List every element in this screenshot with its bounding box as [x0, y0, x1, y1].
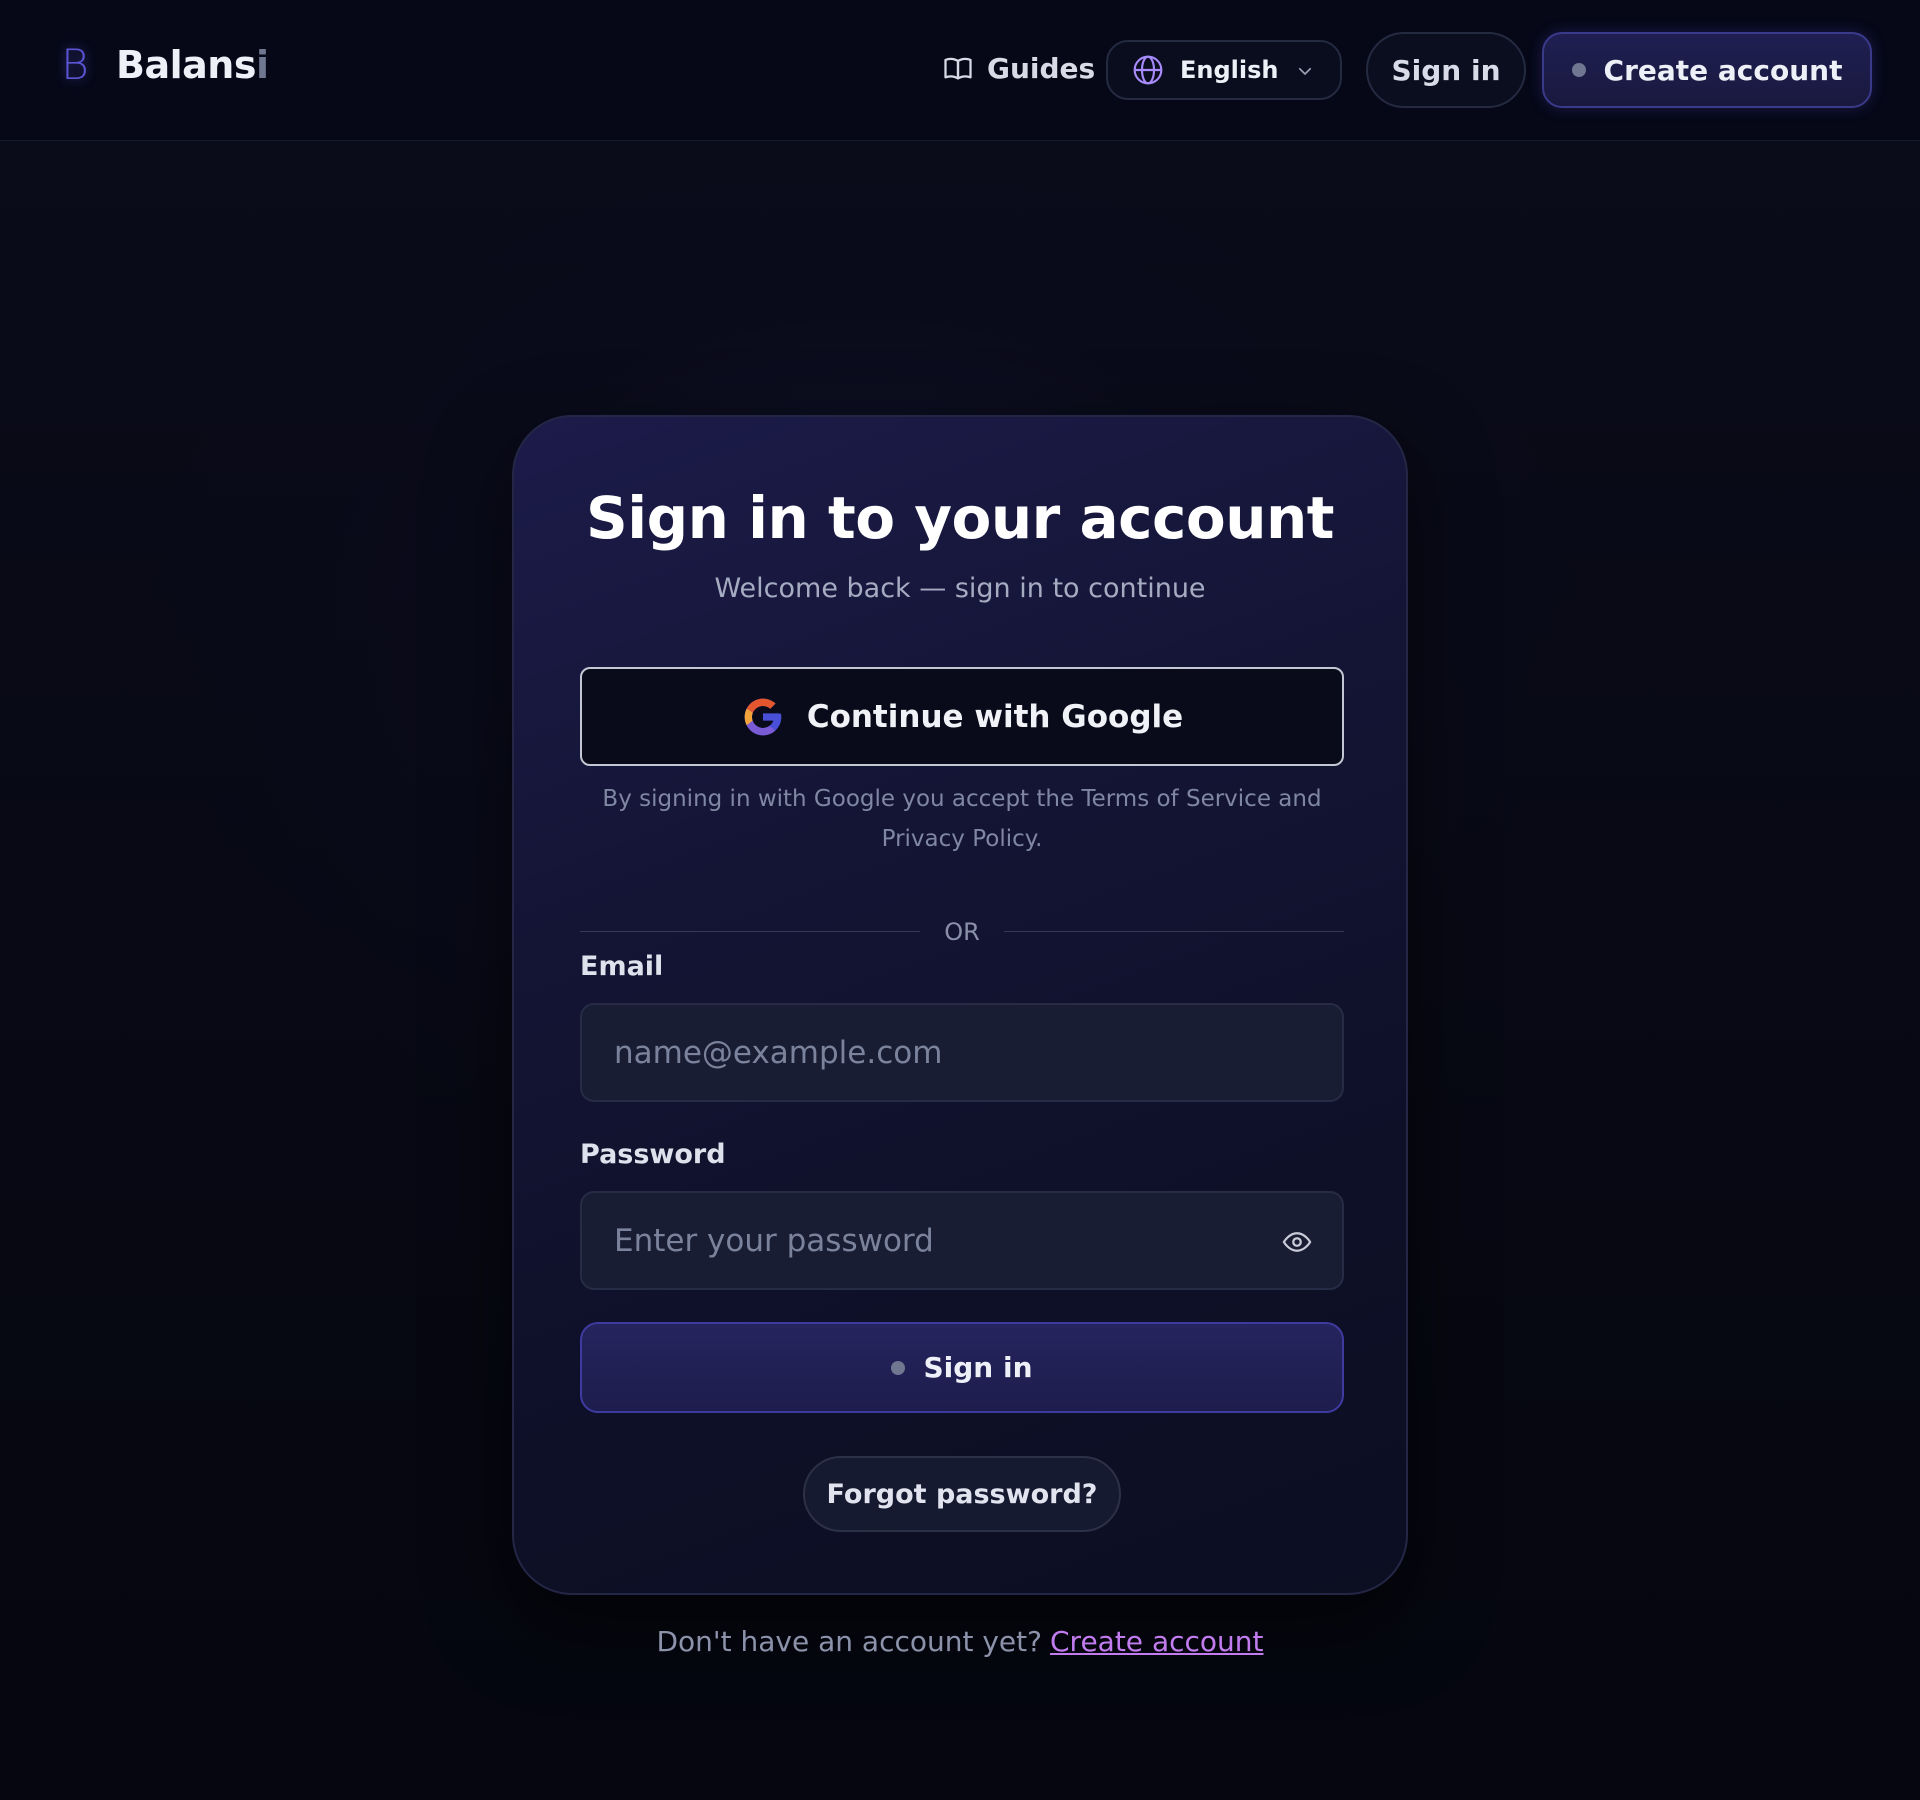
email-field[interactable] [614, 1005, 1274, 1100]
header-create-account-button[interactable]: Create account [1542, 32, 1872, 108]
google-terms-note: By signing in with Google you accept the… [602, 786, 1322, 852]
brand-logo-icon: B [61, 40, 89, 89]
globe-icon [1133, 55, 1163, 85]
chevron-down-icon [1298, 67, 1312, 75]
eye-icon[interactable] [1282, 1227, 1312, 1257]
status-dot-icon [891, 1360, 906, 1375]
book-icon [944, 57, 972, 80]
guides-link[interactable]: Guides [943, 46, 1095, 90]
forgot-password-button[interactable]: Forgot password? [803, 1456, 1121, 1532]
brand-name: Balansi [116, 40, 269, 90]
divider-line-right [1004, 931, 1344, 932]
password-field[interactable] [614, 1193, 1274, 1288]
top-navigation-bar: B Balansi Guides English Sign in Create … [0, 0, 1920, 141]
card-subtitle: Welcome back — sign in to continue [714, 573, 1206, 604]
sign-in-card: Sign in to your account Welcome back — s… [512, 415, 1408, 1595]
status-dot-icon [1571, 63, 1586, 77]
brand-name-main: Balans [116, 43, 256, 87]
header-sign-in-button[interactable]: Sign in [1366, 32, 1526, 108]
brand[interactable]: B Balansi [58, 40, 269, 90]
divider-label: OR [944, 918, 980, 946]
card-title: Sign in to your account [585, 484, 1335, 552]
google-icon [744, 698, 782, 735]
create-account-prompt-text: Don't have an account yet? [656, 1625, 1042, 1658]
create-account-prompt: Don't have an account yet? Create account [0, 1625, 1920, 1658]
language-selector[interactable]: English [1106, 40, 1342, 100]
email-label: Email [580, 951, 664, 982]
create-account-label: Create account [1603, 53, 1843, 87]
email-field-container [580, 1003, 1344, 1102]
brand-name-fade: i [255, 43, 269, 87]
password-field-container [580, 1191, 1344, 1290]
sign-in-button-label: Sign in [923, 1351, 1033, 1384]
or-divider: OR [580, 917, 1344, 947]
language-label: English [1180, 56, 1279, 84]
create-account-link[interactable]: Create account [1050, 1625, 1264, 1658]
sign-in-page: B Balansi Guides English Sign in Create … [0, 0, 1920, 1800]
guides-label: Guides [987, 51, 1096, 85]
sign-in-button[interactable]: Sign in [580, 1322, 1344, 1413]
google-button-label: Continue with Google [806, 698, 1184, 735]
continue-with-google-button[interactable]: Continue with Google [580, 667, 1344, 766]
password-label: Password [580, 1139, 726, 1170]
